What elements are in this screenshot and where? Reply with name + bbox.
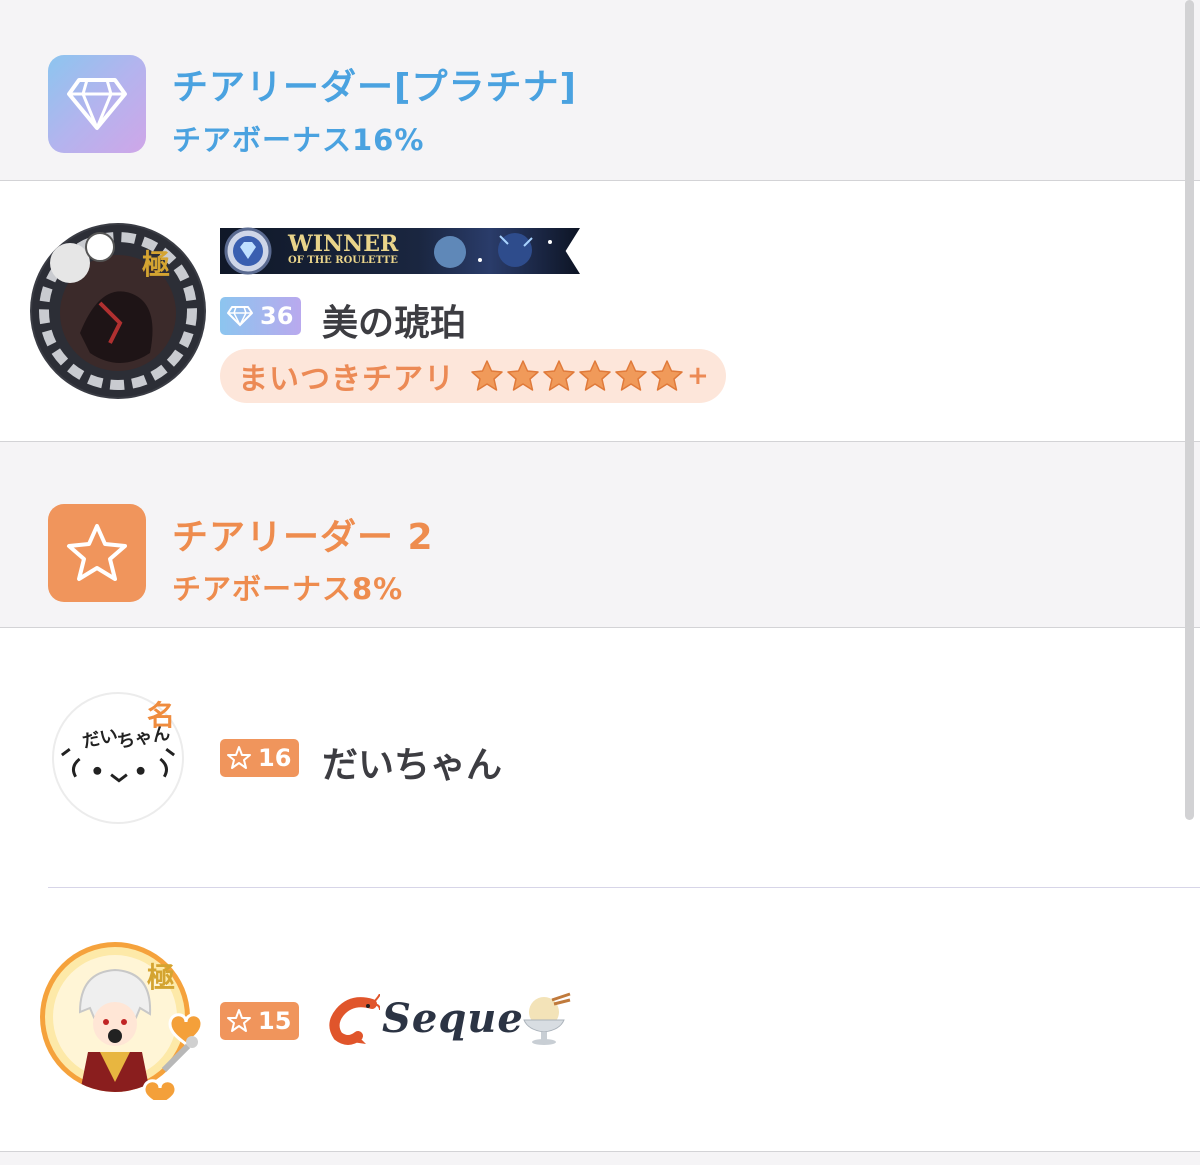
rank-level: 15 (258, 1007, 292, 1035)
diamond-icon (227, 306, 253, 327)
star-icon (507, 360, 539, 391)
list-footer (0, 1151, 1200, 1165)
section-title: チアリーダー[プラチナ] (172, 67, 577, 108)
user-row[interactable]: 極 WINNER OF THE ROULETTE 36 美の琥珀 まいつきチアリ… (0, 181, 1180, 441)
scrollbar[interactable] (1182, 0, 1200, 1165)
section-header-platinum: チアリーダー[プラチナ] チアボーナス16% (0, 0, 1200, 181)
cheer-leader-list: チアリーダー[プラチナ] チアボーナス16% 極 WINNER OF THE R… (0, 0, 1200, 1165)
svg-text:だい: だい (81, 725, 120, 753)
star-icon (227, 1009, 251, 1032)
chip-plus: + (687, 361, 709, 391)
rank-badge: 16 (220, 739, 300, 777)
star-icon (67, 524, 127, 581)
star-icon (543, 360, 575, 391)
emblem-icon (224, 227, 272, 275)
platinum-section-icon (48, 55, 146, 153)
avatar-badge: 極 (142, 248, 171, 281)
title-chip[interactable]: まいつきチアリ + (220, 349, 726, 403)
chip-label: まいつきチアリ (238, 362, 455, 397)
star-icon (471, 360, 503, 391)
star-icon (615, 360, 647, 391)
diamond-icon (67, 78, 127, 130)
banner-text: WINNER OF THE ROULETTE (288, 233, 398, 266)
heart-mic-icon (142, 1013, 204, 1100)
chip-stars (469, 359, 685, 393)
ice-cream-icon (523, 992, 571, 1045)
user-row[interactable]: だい ちゃん 名 16 だいちゃん (0, 628, 1180, 888)
user-row[interactable]: 極 15 Seque (0, 888, 1180, 1151)
section-title: チアリーダー 2 (172, 517, 434, 558)
section-bonus: チアボーナス8% (172, 572, 404, 606)
section-header-cheer-2: チアリーダー 2 チアボーナス8% (0, 441, 1200, 628)
scroll-thumb[interactable] (1185, 0, 1194, 820)
banner-subtitle: OF THE ROULETTE (288, 255, 398, 266)
rank-badge: 36 (220, 297, 302, 335)
star-icon (227, 746, 251, 769)
star-section-icon (48, 504, 146, 602)
avatar-badge: 名 (147, 699, 176, 732)
avatar-badge: 極 (147, 961, 176, 994)
shrimp-icon (329, 994, 380, 1045)
rank-level: 36 (260, 302, 294, 330)
star-icon (651, 360, 683, 391)
rank-level: 16 (258, 744, 292, 772)
user-name[interactable]: 美の琥珀 (322, 294, 466, 346)
star-icon (579, 360, 611, 391)
section-bonus: チアボーナス16% (172, 123, 425, 157)
rank-badge: 15 (220, 1002, 300, 1040)
banner-characters-icon (434, 233, 552, 268)
banner-title: WINNER (288, 231, 399, 257)
user-name[interactable]: Seque (382, 995, 524, 1042)
user-name[interactable]: だいちゃん (322, 736, 502, 788)
